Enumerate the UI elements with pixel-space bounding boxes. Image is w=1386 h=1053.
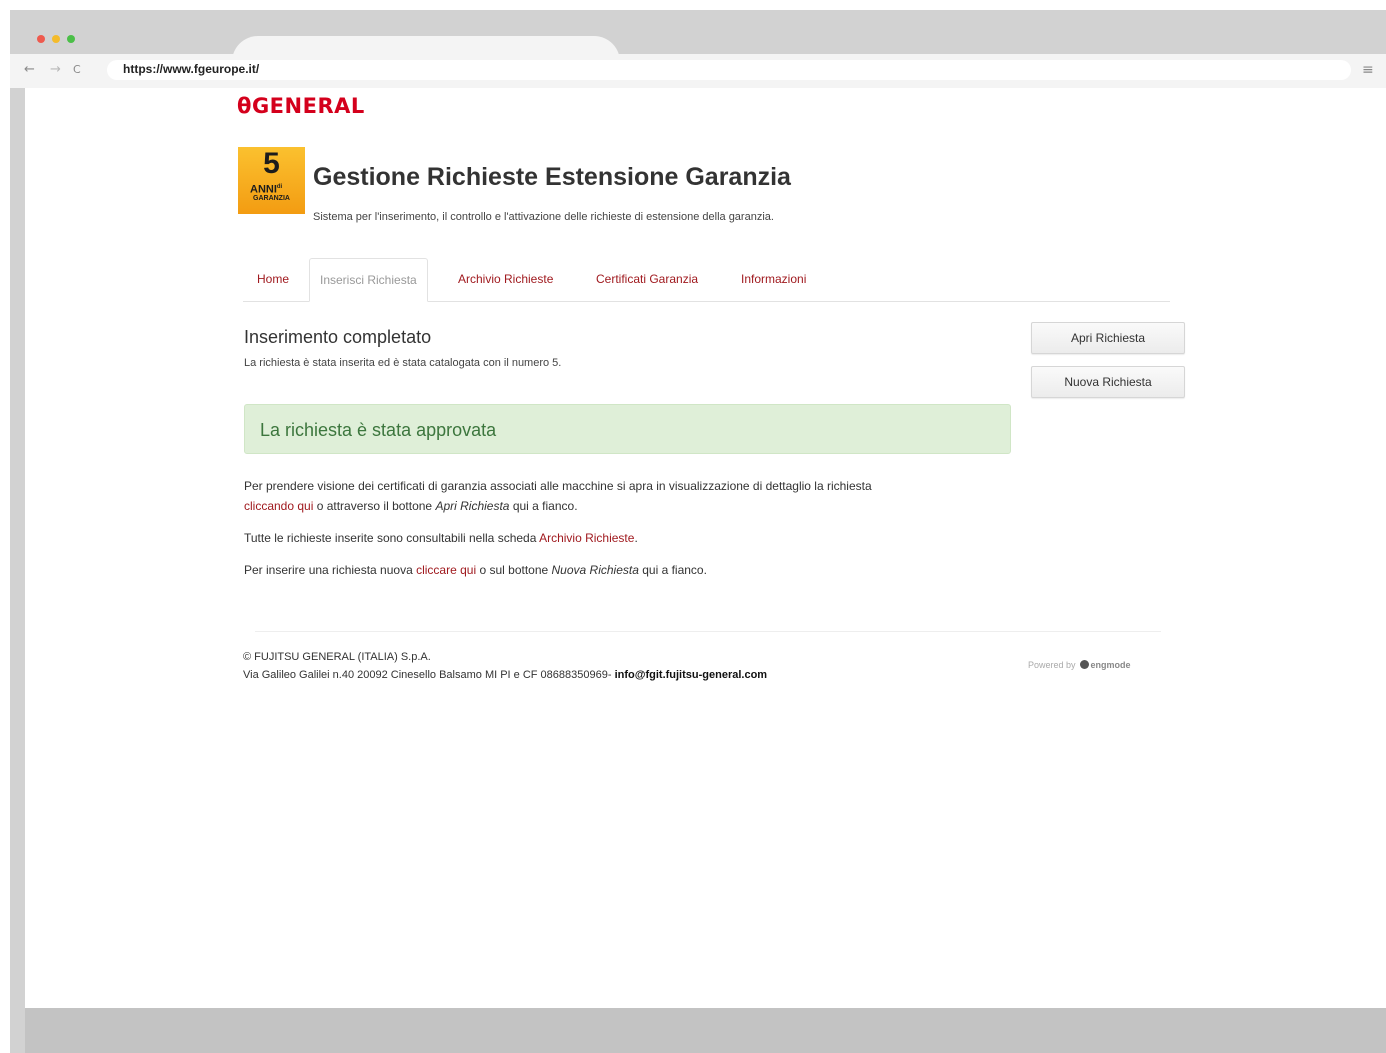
badge-number: 5 [263, 147, 280, 180]
archivio-richieste-link[interactable]: Archivio Richieste [539, 531, 634, 545]
cliccare-qui-link[interactable]: cliccare qui [416, 563, 476, 577]
tab-informazioni[interactable]: Informazioni [741, 258, 806, 301]
reload-icon[interactable]: C [73, 62, 81, 78]
paragraph-archive: Tutte le richieste inserite sono consult… [244, 531, 638, 545]
browser-bottom-bar [25, 1008, 1386, 1053]
footer-email-link[interactable]: info@fgit.fujitsu-general.com [615, 669, 768, 681]
tab-bar: Home Inserisci Richiesta Archivio Richie… [243, 258, 1170, 302]
address-bar: ← → C https://www.fgeurope.it/ ≡ [10, 54, 1386, 88]
close-window-button[interactable] [37, 35, 45, 43]
maximize-window-button[interactable] [67, 35, 75, 43]
url-input[interactable]: https://www.fgeurope.it/ [107, 60, 1351, 80]
alert-text: La richiesta è stata approvata [260, 420, 497, 440]
badge-garanzia: GARANZIA [253, 195, 290, 202]
browser-window: ← → C https://www.fgeurope.it/ ≡ θGENERA… [10, 10, 1386, 1053]
warranty-badge: 5 ANNIdi GARANZIA [238, 147, 305, 214]
tab-home[interactable]: Home [257, 258, 289, 301]
footer-address: Via Galileo Galilei n.40 20092 Cinesello… [243, 669, 768, 681]
paragraph-new-request: Per inserire una richiesta nuova cliccar… [244, 563, 707, 577]
powered-by[interactable]: Powered by engmode [1028, 659, 1131, 671]
engmode-logo-icon [1079, 660, 1089, 669]
logo-mark-icon: θ [237, 94, 252, 118]
page-viewport: θGENERAL 5 ANNIdi GARANZIA Gestione Rich… [25, 88, 1386, 1008]
page-subtitle: Sistema per l'inserimento, il controllo … [313, 211, 774, 223]
general-logo[interactable]: θGENERAL [237, 94, 365, 118]
tab-inserisci-richiesta[interactable]: Inserisci Richiesta [309, 258, 428, 302]
footer-copyright: © FUJITSU GENERAL (ITALIA) S.p.A. [243, 651, 431, 663]
section-text: La richiesta è stata inserita ed è stata… [244, 357, 562, 369]
nuova-richiesta-button[interactable]: Nuova Richiesta [1031, 366, 1185, 398]
browser-titlebar [10, 10, 1386, 66]
page-title: Gestione Richieste Estensione Garanzia [313, 163, 791, 191]
success-alert: La richiesta è stata approvata [244, 404, 1011, 454]
minimize-window-button[interactable] [52, 35, 60, 43]
footer-divider [255, 631, 1161, 632]
cliccando-qui-link[interactable]: cliccando qui [244, 499, 313, 513]
back-arrow-icon[interactable]: ← [24, 62, 35, 78]
section-title: Inserimento completato [244, 327, 432, 347]
apri-richiesta-button[interactable]: Apri Richiesta [1031, 322, 1185, 354]
logo-text: GENERAL [251, 94, 365, 118]
tab-archivio-richieste[interactable]: Archivio Richieste [458, 258, 553, 301]
forward-arrow-icon[interactable]: → [50, 62, 61, 78]
url-text: https://www.fgeurope.it/ [123, 62, 260, 76]
browser-menu-icon[interactable]: ≡ [1362, 62, 1374, 78]
tab-certificati-garanzia[interactable]: Certificati Garanzia [596, 258, 698, 301]
paragraph-certificates: Per prendere visione dei certificati di … [244, 479, 872, 513]
